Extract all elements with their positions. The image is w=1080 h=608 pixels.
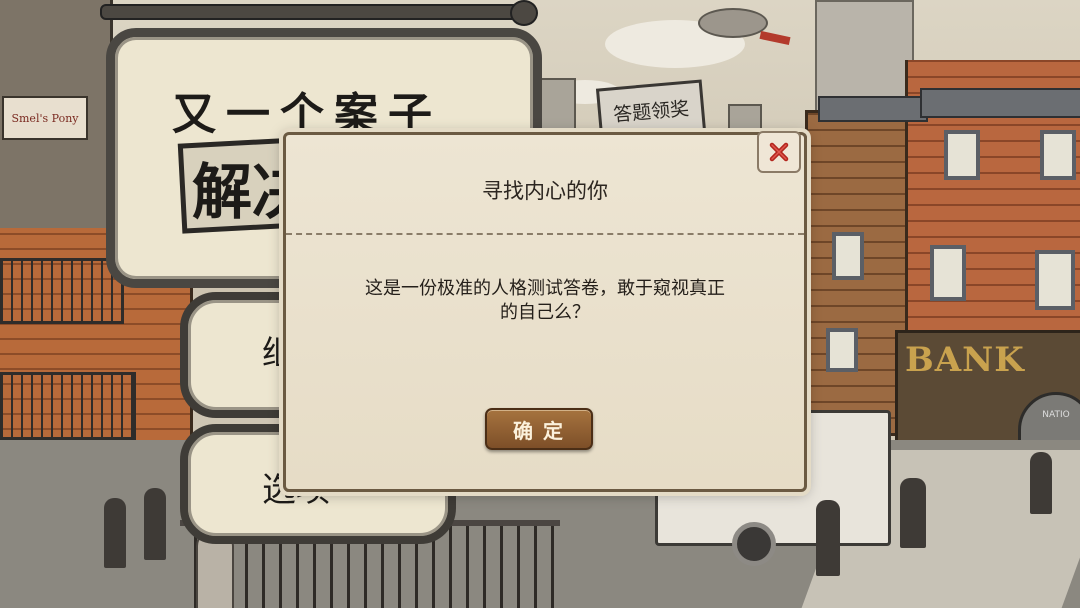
fire-escape — [0, 258, 124, 324]
bank-sign: BANK — [905, 340, 1025, 380]
dialog-header: 寻找内心的你 — [286, 135, 804, 235]
close-icon — [769, 142, 789, 162]
pedestrian — [104, 498, 126, 568]
rod-end — [510, 0, 538, 26]
building-cornice — [920, 88, 1080, 118]
pedestrian — [144, 488, 166, 560]
window — [944, 130, 980, 180]
window — [1040, 130, 1076, 180]
shop-sign: Smel's Pony — [2, 96, 88, 140]
fire-escape — [0, 372, 136, 440]
dialog-message-line: 的自己么？ — [500, 302, 590, 323]
window — [826, 328, 858, 372]
confirm-button[interactable]: 确定 — [485, 408, 593, 450]
blimp — [698, 8, 768, 38]
personality-test-dialog: 寻找内心的你 这是一份极准的人格测试答卷，敢于窥视真正 的自己么？ 确定 — [283, 132, 807, 492]
dialog-message: 这是一份极准的人格测试答卷，敢于窥视真正 的自己么？ — [306, 277, 784, 325]
dialog-message-line: 这是一份极准的人格测试答卷，敢于窥视真正 — [365, 278, 725, 299]
building-cornice — [818, 96, 928, 122]
window — [832, 232, 864, 280]
window — [930, 245, 966, 301]
truck-wheel — [732, 522, 776, 566]
dialog-title: 寻找内心的你 — [482, 179, 608, 203]
close-button[interactable] — [757, 131, 801, 173]
pedestrian — [1030, 452, 1052, 514]
thief — [900, 478, 926, 548]
sign-hanging-rod — [100, 4, 524, 20]
thief — [816, 500, 840, 576]
window — [1035, 250, 1075, 310]
